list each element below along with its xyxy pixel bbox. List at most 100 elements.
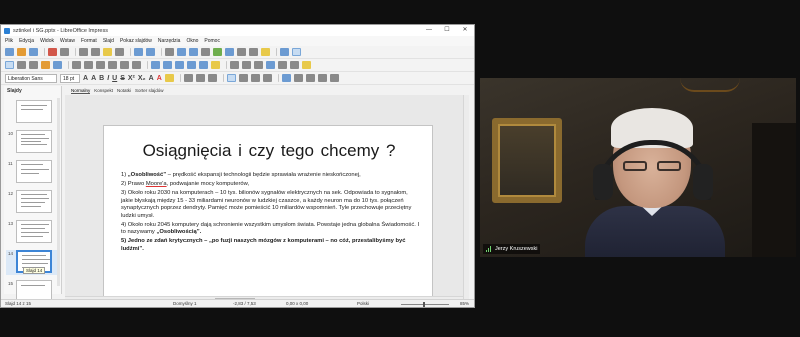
menu-format[interactable]: Format (81, 38, 97, 44)
slide-thumbnail[interactable]: 11 (6, 160, 60, 185)
table-icon[interactable] (201, 48, 210, 56)
shadow-icon[interactable] (266, 61, 275, 69)
slide-thumbnail[interactable]: 10 (6, 130, 60, 155)
align-right-icon[interactable] (250, 74, 260, 82)
line-spacing-icon[interactable] (317, 74, 327, 82)
basic-shapes-icon[interactable] (151, 61, 160, 69)
new-document-icon[interactable] (5, 48, 14, 56)
tab-normal[interactable]: Normalny (71, 88, 91, 94)
save-icon[interactable] (29, 48, 38, 56)
text-icon[interactable] (29, 61, 38, 69)
slide-body[interactable]: 1) „Osobliwość” – prędkość ekspansji tec… (121, 172, 421, 255)
textbox-icon[interactable] (237, 48, 246, 56)
shrink-font-button[interactable]: A (91, 75, 96, 82)
redo-icon[interactable] (146, 48, 155, 56)
line-icon[interactable] (72, 61, 81, 69)
show-draw-functions-icon[interactable] (292, 48, 301, 56)
status-zoom[interactable]: 85% (460, 301, 469, 306)
slides-pane-scrollbar[interactable] (57, 98, 60, 286)
font-name-box[interactable]: Liberation Sans (5, 73, 57, 83)
copy-icon[interactable] (91, 48, 100, 56)
underline-button[interactable]: U (112, 75, 117, 82)
slide-title[interactable]: Osiągnięcia i czy tego chcemy ? (104, 141, 434, 161)
fill-color-icon[interactable] (41, 61, 50, 69)
stars-icon[interactable] (211, 61, 220, 69)
symbol-shapes-icon[interactable] (163, 61, 172, 69)
callouts-icon[interactable] (199, 61, 208, 69)
align-top-icon[interactable] (281, 74, 291, 82)
strikethrough-button[interactable]: S (120, 75, 125, 82)
master-slide-icon[interactable] (189, 48, 198, 56)
slide-thumbnail[interactable]: 12 (6, 190, 60, 215)
open-folder-icon[interactable] (17, 48, 26, 56)
export-pdf-icon[interactable] (48, 48, 57, 56)
align-middle-icon[interactable] (293, 74, 303, 82)
font-color-button[interactable]: A (157, 75, 162, 82)
undo-icon[interactable] (134, 48, 143, 56)
canvas-vertical-scrollbar[interactable] (463, 95, 469, 301)
curve-icon[interactable] (120, 61, 129, 69)
bold-button[interactable]: B (99, 75, 104, 82)
tab-notes[interactable]: Notatki (117, 88, 131, 94)
align-center-icon[interactable] (238, 74, 248, 82)
menu-edit[interactable]: Edycja (19, 38, 34, 44)
rectangle-icon[interactable] (84, 61, 93, 69)
start-slideshow-icon[interactable] (280, 48, 289, 56)
menu-insert[interactable]: Wstaw (60, 38, 75, 44)
cut-icon[interactable] (79, 48, 88, 56)
justify-icon[interactable] (262, 74, 272, 82)
print-icon[interactable] (60, 48, 69, 56)
paragraph-spacing-icon[interactable] (329, 74, 339, 82)
align-bottom-icon[interactable] (305, 74, 315, 82)
menu-window[interactable]: Okno (186, 38, 198, 44)
menu-file[interactable]: Plik (5, 38, 13, 44)
image-icon[interactable] (213, 48, 222, 56)
close-button[interactable]: ✕ (456, 25, 474, 36)
menu-slideshow[interactable]: Pokaz slajdów (120, 38, 152, 44)
font-size-box[interactable]: 18 pt (60, 73, 80, 83)
display-views-icon[interactable] (177, 48, 186, 56)
menu-view[interactable]: Widok (40, 38, 54, 44)
subscript-button[interactable]: X₂ (138, 75, 146, 82)
align-left-icon[interactable] (226, 74, 236, 82)
connector-icon[interactable] (132, 61, 141, 69)
shadow-text-button[interactable]: A (149, 75, 154, 82)
flowchart-icon[interactable] (187, 61, 196, 69)
slide-thumbnail[interactable] (6, 100, 60, 125)
crop-icon[interactable] (278, 61, 287, 69)
align-objects-icon[interactable] (242, 61, 251, 69)
line-color-icon[interactable] (53, 61, 62, 69)
grid-icon[interactable] (165, 48, 174, 56)
italic-button[interactable]: I (107, 75, 109, 82)
chart-icon[interactable] (225, 48, 234, 56)
paste-icon[interactable] (103, 48, 112, 56)
menu-help[interactable]: Pomoc (204, 38, 220, 44)
menu-slide[interactable]: Slajd (103, 38, 114, 44)
outline-icon[interactable] (207, 74, 217, 82)
menu-tools[interactable]: Narzędzia (158, 38, 181, 44)
fontwork-icon[interactable] (261, 48, 270, 56)
arrow-icon[interactable] (108, 61, 117, 69)
highlight-color-icon[interactable] (164, 74, 174, 82)
superscript-button[interactable]: X² (128, 75, 135, 82)
ellipse-icon[interactable] (96, 61, 105, 69)
bullets-icon[interactable] (183, 74, 193, 82)
minimize-button[interactable]: — (420, 25, 438, 36)
numbering-icon[interactable] (195, 74, 205, 82)
rotate-icon[interactable] (230, 61, 239, 69)
zoom-icon[interactable] (17, 61, 26, 69)
special-character-icon[interactable] (249, 48, 258, 56)
maximize-button[interactable]: ☐ (438, 25, 456, 36)
grow-font-button[interactable]: A (83, 75, 88, 82)
clone-formatting-icon[interactable] (115, 48, 124, 56)
slide[interactable]: Osiągnięcia i czy tego chcemy ? 1) „Osob… (103, 125, 434, 307)
filter-icon[interactable] (290, 61, 299, 69)
tab-outline[interactable]: Konspekt (94, 88, 113, 94)
select-icon[interactable] (5, 61, 14, 69)
slide-thumbnail[interactable]: 13 (6, 220, 60, 245)
zoom-slider[interactable] (401, 302, 449, 307)
block-arrows-icon[interactable] (175, 61, 184, 69)
tab-slide-sorter[interactable]: Sorter slajdów (135, 88, 164, 94)
arrange-icon[interactable] (254, 61, 263, 69)
interaction-icon[interactable] (302, 61, 311, 69)
